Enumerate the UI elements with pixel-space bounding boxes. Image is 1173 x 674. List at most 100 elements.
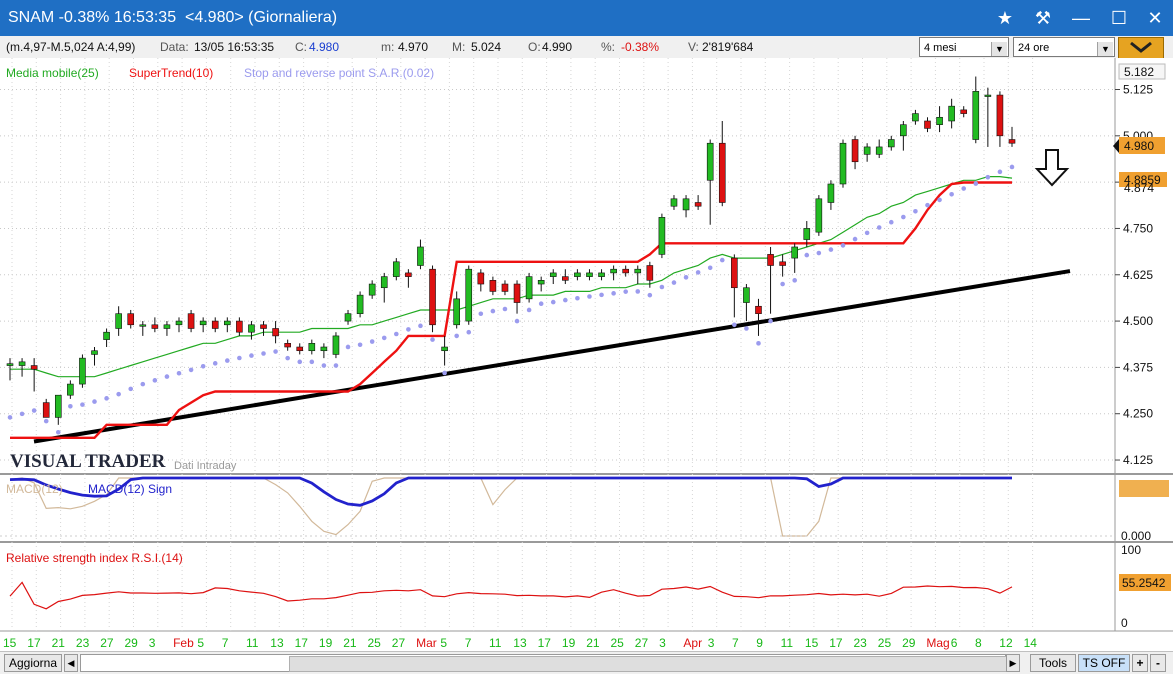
period-select[interactable]: 4 mesi ▼ [919,37,1009,57]
sar-dot [68,404,73,409]
bottom-bar: Aggiorna ◀ ▶ Tools TS OFF + - [0,651,1173,674]
price-tick-label: 5.125 [1123,82,1153,96]
price-tick-label: 4.750 [1123,221,1153,235]
date-tick-label: 19 [319,636,333,650]
candle-body [562,276,569,281]
candle-body [549,272,557,277]
sar-dot [937,197,942,203]
sar-dot [961,186,967,191]
sar-dot [985,174,991,180]
price-panel [0,58,1115,473]
chart-area[interactable]: 5.1255.0004.8754.7504.6254.5004.3754.250… [0,58,1173,651]
candle-body [658,217,666,255]
legend-sar: Stop and reverse point S.A.R.(0.02) [244,66,434,80]
sar-dot [104,396,109,401]
sar-dot [575,295,580,301]
candle-body [308,343,316,352]
scrollbar-thumb[interactable] [289,656,1011,672]
date-tick-label: 5 [197,636,204,650]
sar-dot [128,386,134,392]
sar-dot [43,418,49,424]
sar-dot [587,294,592,299]
sar-dot [611,291,616,296]
ts-off-button[interactable]: TS OFF [1078,654,1130,672]
date-tick-label: 23 [76,636,90,650]
collapse-button[interactable] [1118,37,1164,60]
pin-icon[interactable]: ⚒ [1030,6,1056,30]
candle-body [441,346,448,352]
date-value: 13/05 16:53:35 [194,40,275,54]
legend-macd-sign: MACD(12) Sign [88,482,172,496]
min-value: 4.970 [398,40,429,54]
price-tick-label: 4.250 [1123,407,1153,421]
sar-dot [188,367,194,373]
date-tick-label: 9 [756,636,763,650]
date-tick-label: 25 [368,636,382,650]
sar-dot [369,339,375,344]
top-price-value: 5.182 [1124,65,1154,79]
candle-body [368,283,376,296]
candle-body [779,261,786,266]
candle-body [731,257,738,289]
date-tick-label: 17 [538,636,552,650]
close-icon[interactable]: ✕ [1142,6,1168,30]
open-value: 4.990 [542,40,573,54]
sar-dot [406,327,411,332]
candle-body [54,394,62,418]
sar-dot [659,284,665,290]
sar-dot [140,381,146,387]
horizontal-scrollbar[interactable] [80,654,1011,672]
candle-body [767,254,774,266]
candle-body [851,139,859,163]
date-tick-label: 21 [586,636,600,650]
sar-dot [732,322,737,328]
refresh-button[interactable]: Aggiorna [4,654,62,672]
sar-dot [478,311,484,317]
sar-dot [297,359,303,365]
candle-body [537,280,545,285]
candle-body [863,146,871,155]
date-tick-label: Apr [683,636,702,650]
sar-dot [285,355,290,361]
price-tick-label: 4.625 [1123,268,1153,282]
interval-select[interactable]: 24 ore ▼ [1013,37,1115,57]
candle-body [972,91,980,140]
candle-body [127,313,135,326]
price-tick-label: 4.500 [1123,314,1153,328]
macd-zero-tick: 0.000 [1121,529,1151,543]
candle-body [284,343,291,348]
sar-dot [828,247,834,252]
date-tick-label: 11 [781,636,794,650]
scroll-left-button[interactable]: ◀ [64,654,78,672]
candle-body [960,109,968,114]
date-tick-label: 21 [52,636,66,650]
candle-body [18,361,26,366]
candle-body [501,283,509,292]
candle-body [224,320,231,326]
date-tick-label: 7 [222,636,229,650]
candle-body [151,324,159,329]
sar-dot [780,281,785,287]
chevron-down-icon: ▼ [1097,42,1113,56]
candle-body [586,272,593,277]
candle-body [525,276,533,300]
date-tick-label: 29 [125,636,139,650]
sar-dot [80,402,85,407]
sar-dot [7,415,13,420]
sar-dot [466,329,472,335]
minimize-icon[interactable]: — [1068,6,1094,30]
maximize-icon[interactable]: ☐ [1106,6,1132,30]
sar-dot [852,236,858,242]
tools-button[interactable]: Tools [1030,654,1076,672]
scroll-right-button[interactable]: ▶ [1006,654,1020,672]
candle-body [815,198,823,233]
date-tick-label: 12 [999,636,1013,650]
zoom-out-button[interactable]: - [1150,654,1166,672]
candle-body [344,313,352,322]
sar-dot [901,214,906,220]
candle-body [67,383,74,396]
zoom-in-button[interactable]: + [1132,654,1148,672]
rsi-100-tick: 100 [1121,543,1141,557]
star-icon[interactable]: ★ [992,6,1018,30]
candle-body [42,402,50,418]
